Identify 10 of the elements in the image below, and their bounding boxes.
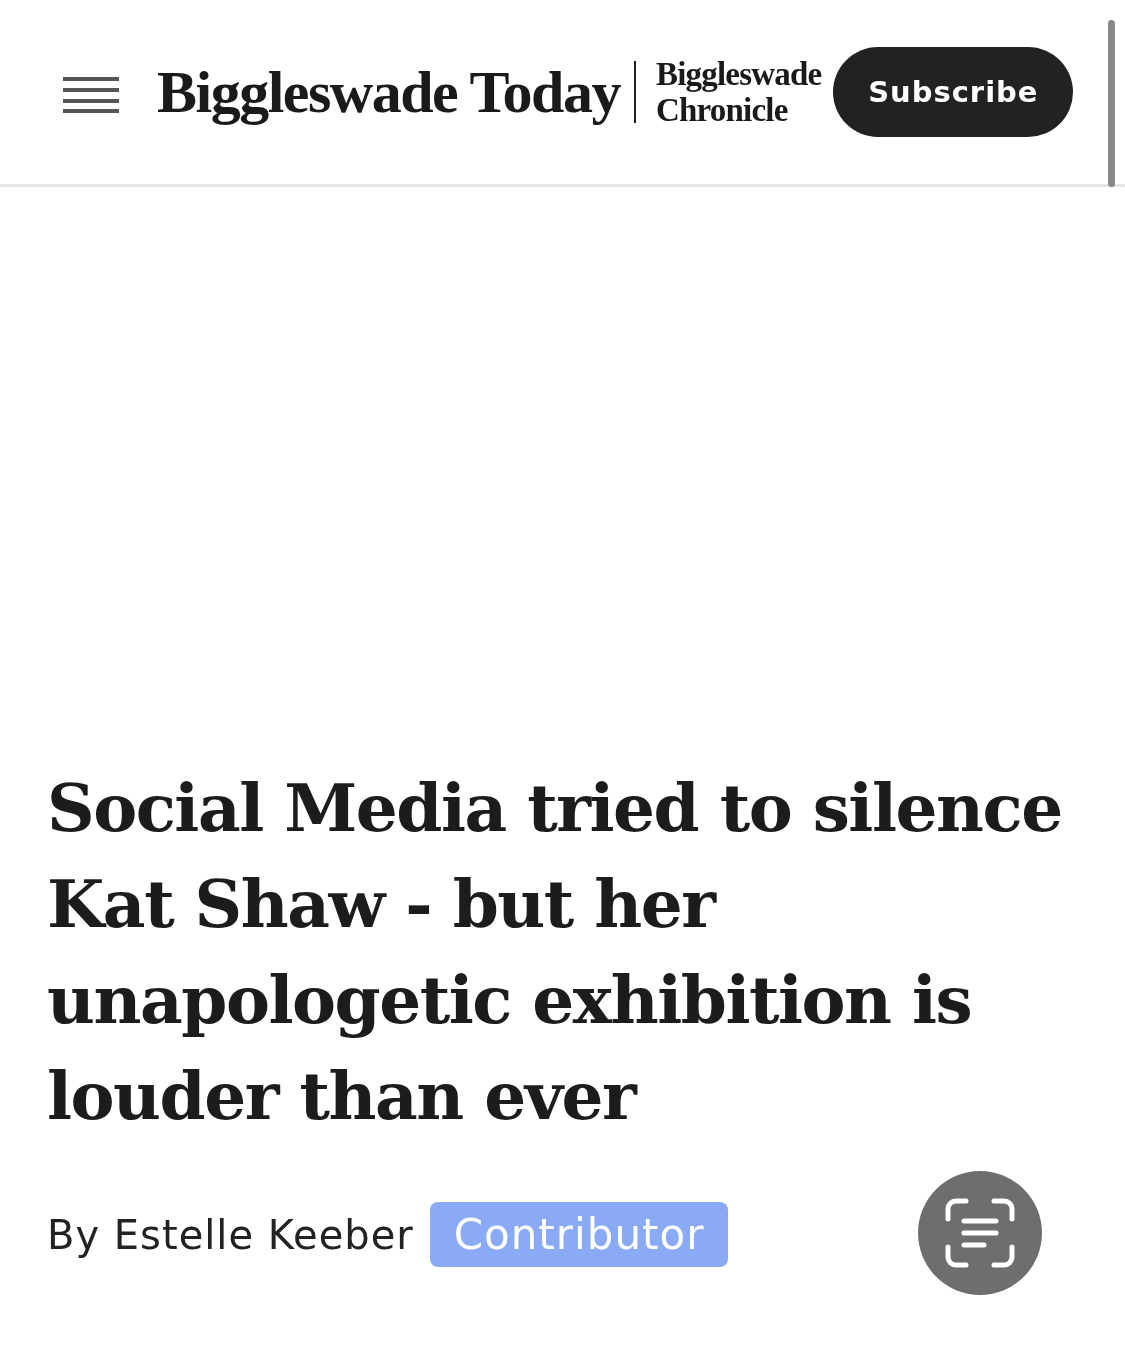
scan-text-icon bbox=[944, 1197, 1016, 1269]
scrollbar[interactable] bbox=[1108, 20, 1115, 187]
article-headline: Social Media tried to silence Kat Shaw - but her unapologetic exhibition is louder than ever bbox=[47, 768, 1063, 1137]
site-logo[interactable]: Biggleswade Today bbox=[157, 57, 620, 127]
byline: By Estelle Keeber bbox=[47, 1211, 414, 1258]
role-badge: Contributor bbox=[429, 1202, 729, 1267]
sub-logo-text[interactable]: Biggleswade bbox=[655, 56, 822, 92]
sub-logo-text[interactable]: Chronicle bbox=[655, 92, 822, 128]
subscribe-button[interactable]: Subscribe bbox=[833, 47, 1074, 137]
menu-icon[interactable] bbox=[63, 77, 119, 113]
